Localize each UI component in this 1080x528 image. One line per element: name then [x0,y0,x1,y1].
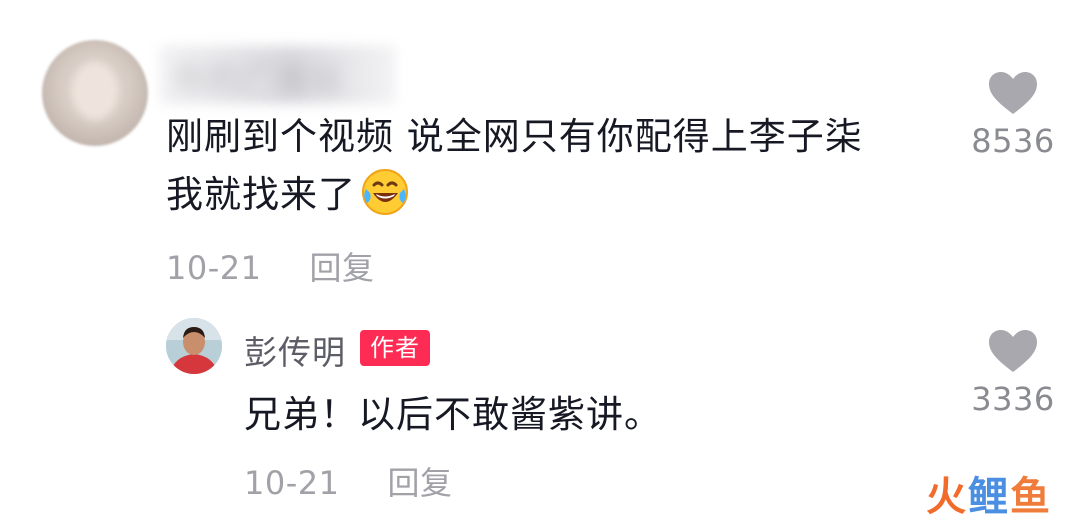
watermark-part-2: 鲤 [968,474,1010,520]
heart-icon[interactable] [987,328,1039,374]
comment-meta: 10-21 回复 [166,243,375,289]
comment-text-line-2: 我就找来了 [166,166,946,224]
author-username[interactable]: 彭传明 [244,326,346,374]
comment-date: 10-21 [166,249,262,287]
comment-text-line-1: 刚刷到个视频 说全网只有你配得上李子柒 [166,115,863,158]
commenter-username: 你的广播站 [174,60,345,98]
watermark-logo: 火鲤鱼 [926,464,1052,522]
author-badge: 作者 [360,330,430,366]
watermark-part-1: 火 [926,474,968,520]
heart-icon[interactable] [987,70,1039,116]
reply-like-count: 3336 [971,380,1055,418]
author-avatar-image [166,318,222,374]
reply-body[interactable]: 兄弟！以后不敢酱紫讲。 [244,386,662,444]
commenter-username-blurred[interactable]: 你的广播站 [160,46,396,104]
like-count: 8536 [971,122,1055,160]
reply-button[interactable]: 回复 [309,249,374,287]
reply-like[interactable]: 3336 [958,328,1068,418]
comment-like[interactable]: 8536 [958,70,1068,160]
reply-meta: 10-21 回复 [244,458,453,504]
watermark-part-3: 鱼 [1010,474,1052,520]
comment-text-line-2-content: 我就找来了 [166,173,356,216]
commenter-avatar[interactable] [42,40,148,146]
comment-body[interactable]: 刚刷到个视频 说全网只有你配得上李子柒 我就找来了 [166,108,946,224]
reply-reply-button[interactable]: 回复 [387,464,452,502]
laughing-with-tears-emoji-icon [362,169,408,215]
reply-date: 10-21 [244,464,340,502]
author-avatar[interactable] [166,318,222,374]
